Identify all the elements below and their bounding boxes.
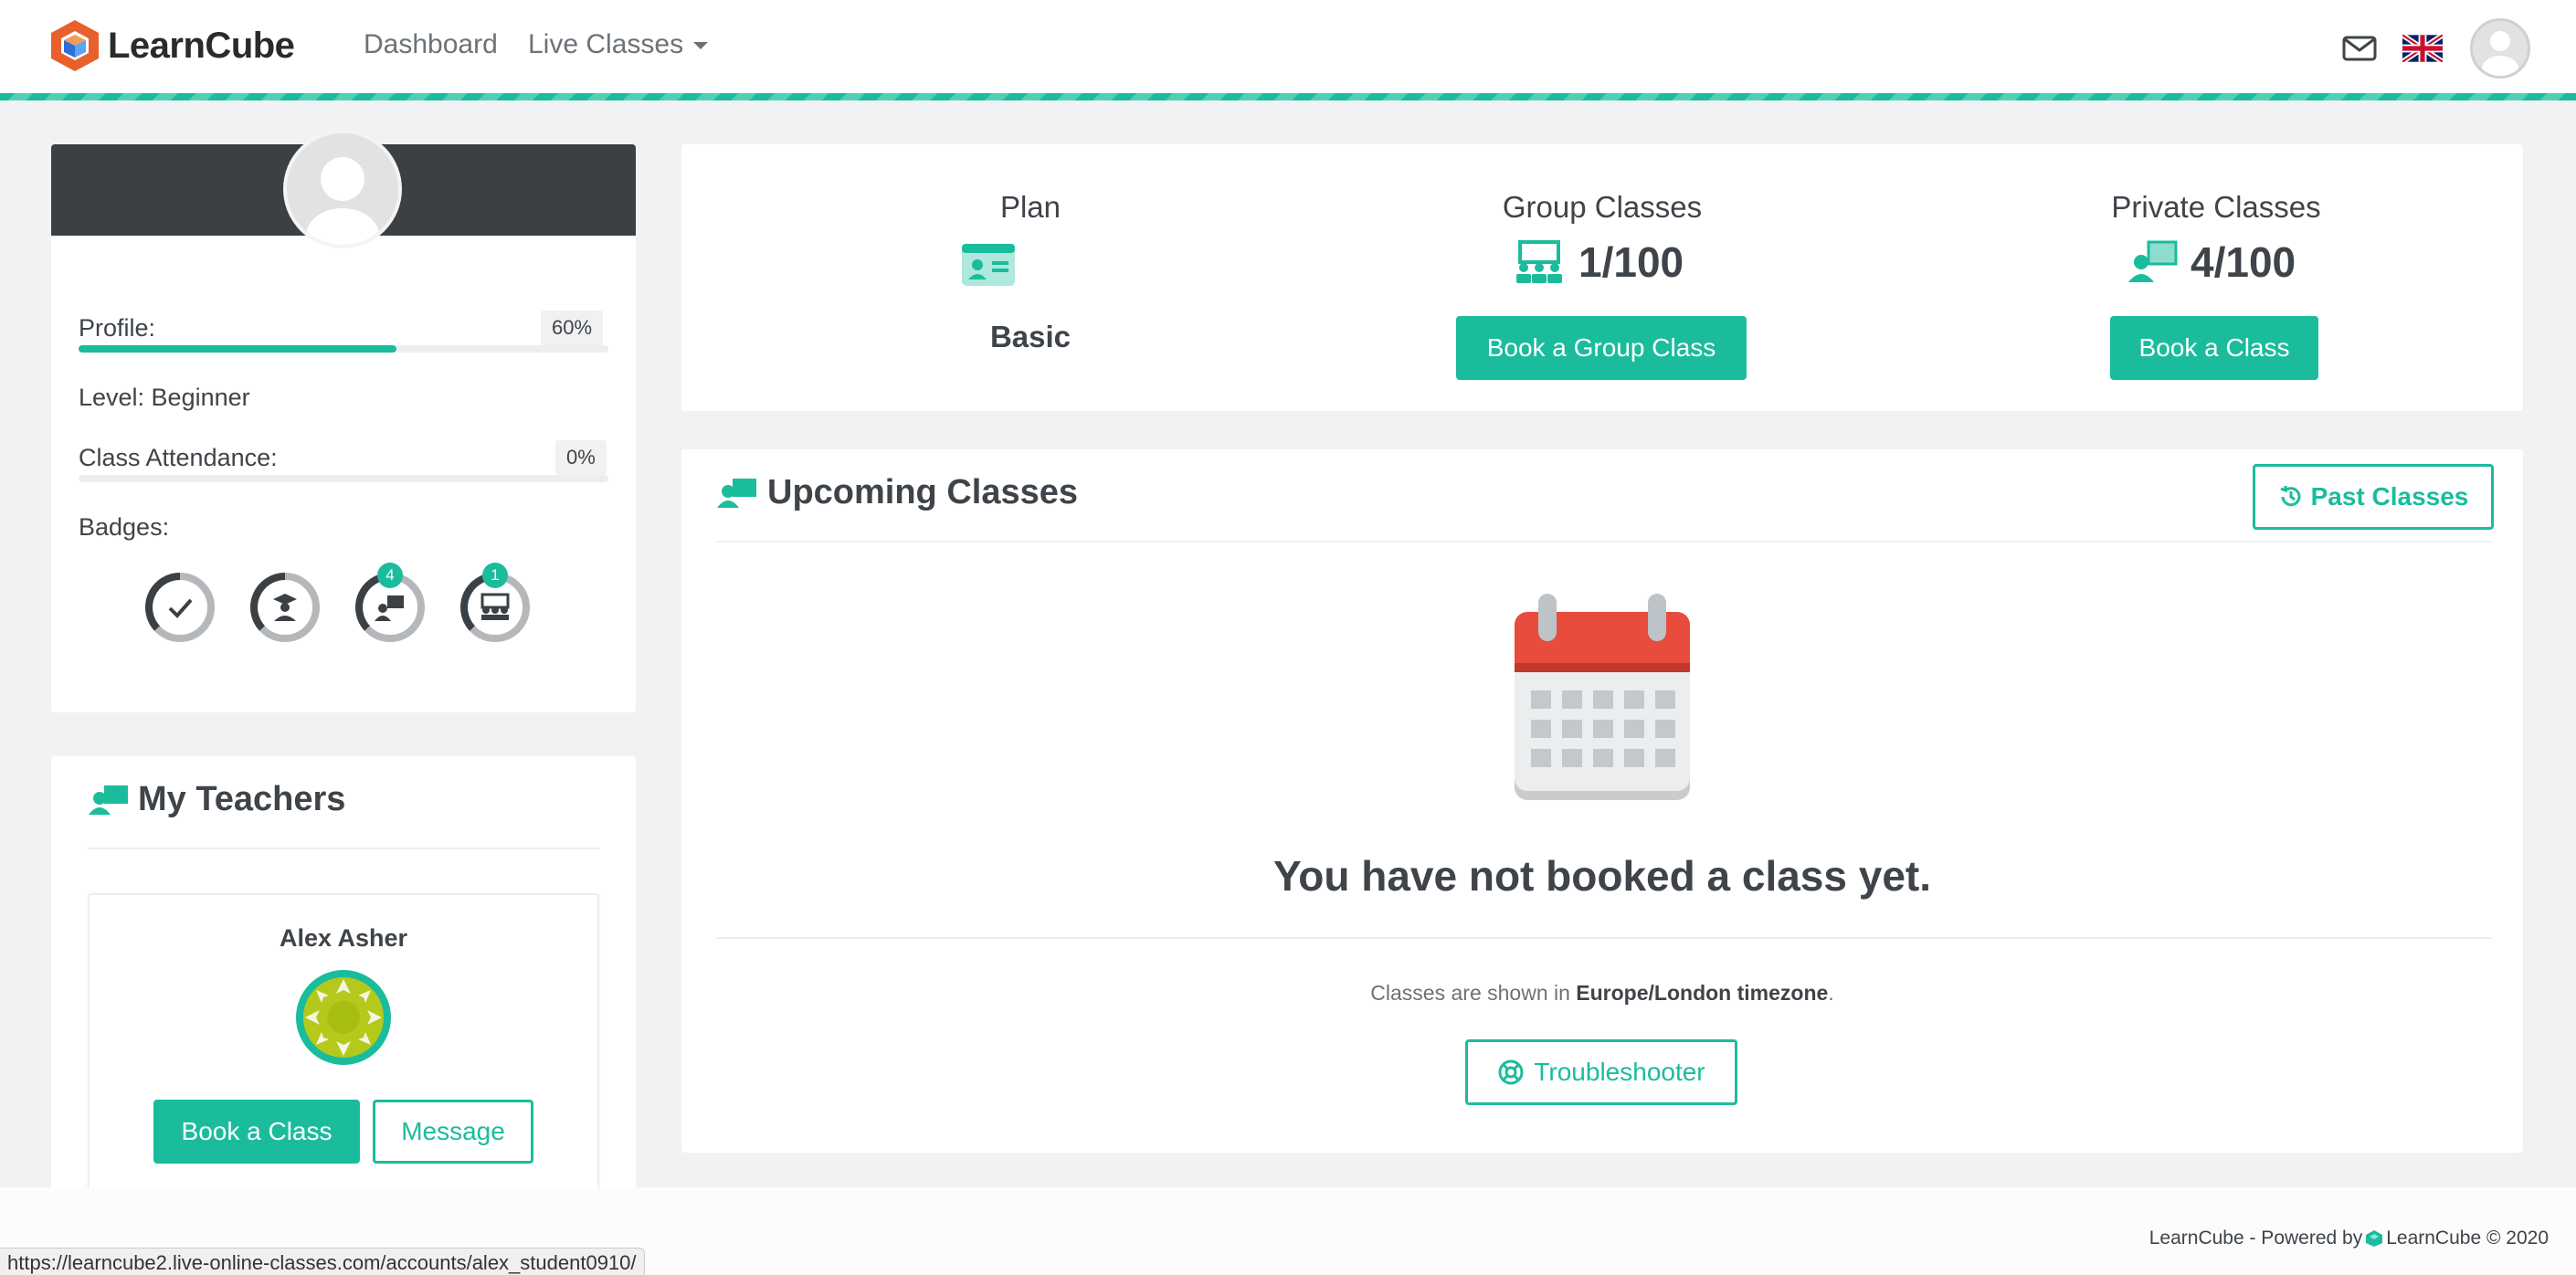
- divider: [88, 848, 599, 849]
- past-classes-button[interactable]: Past Classes: [2253, 464, 2494, 530]
- private-class-badge-count: 4: [377, 563, 403, 588]
- navbar-right: [2342, 18, 2530, 79]
- footer-prefix: LearnCube - Powered by: [2148, 1228, 2363, 1249]
- teacher-avatar[interactable]: [294, 968, 393, 1067]
- book-private-class-button[interactable]: Book a Class: [2110, 316, 2318, 380]
- navbar: LearnCube Dashboard Live Classes: [0, 0, 2576, 93]
- teacher-card: Alex Asher Book a Class Message: [88, 893, 599, 1213]
- teacher-name: Alex Asher: [279, 924, 408, 952]
- timezone-note: Classes are shown in Europe/London timez…: [681, 981, 2523, 1006]
- teachers-card: My Teachers Alex Asher Book a Class Mess…: [51, 756, 636, 1213]
- divider: [716, 937, 2492, 939]
- nav-live-classes[interactable]: Live Classes: [528, 29, 711, 60]
- attendance-pct-badge: 0%: [555, 440, 607, 475]
- troubleshooter-label: Troubleshooter: [1534, 1058, 1705, 1086]
- learncube-small-icon: [2366, 1230, 2383, 1247]
- user-silhouette-icon: [287, 133, 398, 245]
- level-text: Level: Beginner: [79, 384, 250, 411]
- teacher-icon: [89, 785, 128, 815]
- private-classes-title: Private Classes: [2111, 190, 2321, 224]
- upcoming-classes-card: Upcoming Classes Past Classes You have n…: [681, 449, 2523, 1153]
- profile-pct-badge: 60%: [541, 311, 604, 345]
- group-class-icon: [1516, 240, 1562, 283]
- caret-down-icon: [693, 42, 709, 49]
- navbar-stripe: [0, 93, 2576, 100]
- message-button-label: Message: [401, 1117, 505, 1145]
- past-classes-label: Past Classes: [2310, 482, 2469, 511]
- brand-logo[interactable]: LearnCube: [49, 18, 295, 73]
- user-silhouette-icon: [2482, 31, 2518, 76]
- check-badge-icon[interactable]: [144, 572, 216, 643]
- learncube-logo-icon: [51, 20, 99, 71]
- footer-brand[interactable]: LearnCube: [2386, 1228, 2481, 1249]
- nav-dashboard[interactable]: Dashboard: [364, 29, 498, 60]
- profile-label: Profile:: [79, 314, 156, 342]
- teacher-book-class-button[interactable]: Book a Class: [153, 1100, 360, 1164]
- upcoming-classes-icon: [717, 479, 756, 508]
- profile-progress: [79, 345, 608, 353]
- profile-card: Profile: 60% Level: Beginner Class Atten…: [51, 130, 636, 712]
- stats-card: Plan Basic Group Classes 1/100 Book a Gr…: [681, 144, 2523, 411]
- profile-progress-fill: [79, 345, 396, 353]
- private-class-icon: [2128, 240, 2178, 282]
- private-classes-count-row: 4/100: [2127, 237, 2296, 287]
- footer-suffix: © 2020: [2481, 1228, 2549, 1249]
- envelope-icon[interactable]: [2342, 35, 2377, 62]
- upcoming-classes-title: Upcoming Classes: [767, 473, 1078, 511]
- attendance-label: Class Attendance:: [79, 444, 278, 471]
- life-ring-icon: [1498, 1059, 1524, 1085]
- profile-avatar[interactable]: [283, 130, 402, 248]
- plan-value: Basic: [989, 320, 1072, 353]
- browser-status-url: https://learncube2.live-online-classes.c…: [0, 1248, 645, 1275]
- timezone-value: Europe/London timezone: [1576, 981, 1829, 1005]
- uk-flag-icon[interactable]: [2402, 35, 2443, 62]
- nav-live-classes-label: Live Classes: [528, 29, 684, 59]
- teacher-message-button[interactable]: Message: [373, 1100, 533, 1164]
- history-icon: [2280, 486, 2301, 507]
- plan-title: Plan: [999, 190, 1061, 224]
- badges-label: Badges:: [79, 513, 170, 541]
- group-class-badge-count: 1: [482, 563, 508, 588]
- book-group-class-button[interactable]: Book a Group Class: [1456, 316, 1747, 380]
- calendar-icon: [1515, 594, 1690, 800]
- divider: [716, 541, 2492, 543]
- timezone-prefix: Classes are shown in: [1370, 981, 1577, 1005]
- empty-state-message: You have not booked a class yet.: [1272, 852, 1932, 900]
- private-classes-count: 4/100: [2191, 238, 2296, 286]
- brand-name: LearnCube: [108, 25, 295, 66]
- my-teachers-title: My Teachers: [138, 780, 346, 818]
- group-classes-title: Group Classes: [1502, 190, 1703, 224]
- timezone-suffix: .: [1828, 981, 1834, 1005]
- troubleshooter-button[interactable]: Troubleshooter: [1465, 1039, 1737, 1105]
- graduate-badge-icon[interactable]: [249, 572, 321, 643]
- attendance-progress: [79, 475, 608, 482]
- footer-text: LearnCube - Powered by LearnCube © 2020: [2149, 1228, 2549, 1249]
- user-avatar[interactable]: [2470, 18, 2530, 79]
- group-classes-count: 1/100: [1578, 238, 1684, 286]
- id-card-icon: [962, 244, 1015, 286]
- group-classes-count-row: 1/100: [1513, 237, 1684, 287]
